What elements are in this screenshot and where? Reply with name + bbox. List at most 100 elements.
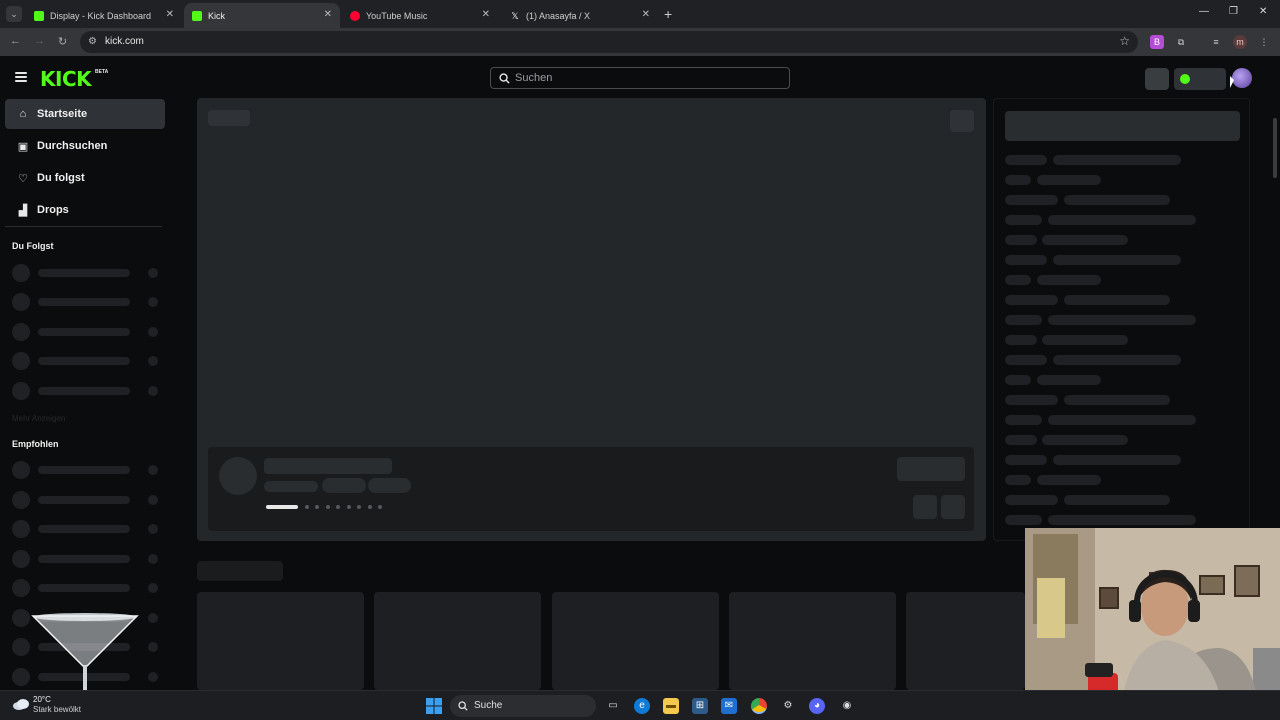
- taskbar-search[interactable]: Suche: [450, 695, 596, 717]
- following-heading: Du Folgst: [12, 241, 54, 251]
- mail-icon[interactable]: ✉: [721, 698, 737, 714]
- chat-line-skeleton: [1005, 315, 1042, 325]
- windows-start-icon[interactable]: [426, 698, 442, 714]
- tab-search-chevron-icon[interactable]: ⌄: [6, 6, 22, 22]
- carousel-dot[interactable]: [315, 505, 319, 509]
- stream-card-skeleton[interactable]: [552, 592, 719, 690]
- chat-line-skeleton: [1005, 295, 1058, 305]
- kick-logo[interactable]: KICK: [40, 67, 92, 91]
- browser-menu-icon[interactable]: ⋮: [1257, 35, 1271, 49]
- menu-toggle-icon[interactable]: [15, 72, 27, 82]
- header-action-button[interactable]: [1145, 68, 1169, 90]
- chat-line-skeleton: [1053, 455, 1181, 465]
- sidebar-item-label: Drops: [37, 204, 69, 216]
- address-bar[interactable]: ⚙ kick.com ☆: [80, 31, 1138, 53]
- profile-avatar[interactable]: m: [1233, 35, 1247, 49]
- mute-button-skeleton[interactable]: [950, 110, 974, 132]
- discord-icon[interactable]: ◕: [809, 698, 825, 714]
- restore-icon[interactable]: ❐: [1229, 6, 1238, 17]
- search-input[interactable]: [515, 70, 775, 86]
- stream-card-skeleton[interactable]: [374, 592, 541, 690]
- featured-stream-skeleton[interactable]: [197, 98, 986, 541]
- browser-tab-strip: ⌄ Display - Kick Dashboard ✕ Kick ✕ YouT…: [0, 0, 1280, 28]
- close-window-icon[interactable]: ✕: [1259, 6, 1267, 17]
- task-view-icon[interactable]: ▭: [605, 698, 621, 714]
- tab-kick-dashboard[interactable]: Display - Kick Dashboard ✕: [26, 3, 182, 28]
- reload-icon[interactable]: ↻: [58, 35, 67, 48]
- scrollbar-thumb[interactable]: [1273, 118, 1277, 178]
- show-more-link[interactable]: Mehr Anzeigen: [12, 414, 65, 423]
- sidebar-item-startseite[interactable]: ⌂ Startseite: [5, 99, 165, 129]
- stream-tag-skeleton: [322, 478, 366, 493]
- carousel-dot[interactable]: [378, 505, 382, 509]
- chat-line-skeleton: [1005, 255, 1047, 265]
- sidebar-item-drops[interactable]: ▟ Drops: [5, 195, 165, 225]
- app-icon[interactable]: ⚙: [780, 698, 796, 714]
- extension-icon[interactable]: B: [1150, 35, 1164, 49]
- close-tab-icon[interactable]: ✕: [482, 9, 490, 20]
- chat-line-skeleton: [1053, 355, 1181, 365]
- recommended-heading: Empfohlen: [12, 439, 59, 449]
- sidebar-skeleton-row: [12, 578, 162, 597]
- site-info-icon[interactable]: ⚙: [88, 36, 97, 47]
- file-explorer-icon[interactable]: ▬: [663, 698, 679, 714]
- sidebar-item-durchsuchen[interactable]: ▣ Durchsuchen: [5, 131, 165, 161]
- stream-card-skeleton[interactable]: [906, 592, 1025, 690]
- extensions-puzzle-icon[interactable]: ⧉: [1174, 35, 1188, 49]
- carousel-dot[interactable]: [357, 505, 361, 509]
- chat-line-skeleton: [1037, 375, 1101, 385]
- watch-button-skeleton[interactable]: [897, 457, 965, 481]
- site-header: KICK BETA: [0, 56, 1280, 98]
- close-tab-icon[interactable]: ✕: [324, 9, 332, 20]
- obs-icon[interactable]: ◉: [839, 698, 855, 714]
- stream-card-skeleton[interactable]: [729, 592, 896, 690]
- chrome-icon[interactable]: [751, 698, 767, 714]
- stream-title-skeleton: [264, 458, 392, 474]
- edge-icon[interactable]: e: [634, 698, 650, 714]
- sidebar-skeleton-row: [12, 460, 162, 479]
- chat-line-skeleton: [1005, 415, 1042, 425]
- back-icon[interactable]: ←: [10, 35, 21, 47]
- sidebar-skeleton-row: [12, 322, 162, 341]
- mouse-cursor-icon: [1230, 76, 1234, 88]
- home-icon: ⌂: [19, 108, 27, 120]
- chat-line-skeleton: [1005, 215, 1042, 225]
- chat-line-skeleton: [1042, 435, 1128, 445]
- chat-panel-skeleton: [993, 98, 1250, 541]
- carousel-dot[interactable]: [305, 505, 309, 509]
- chat-line-skeleton: [1037, 475, 1101, 485]
- carousel-prev-button[interactable]: [913, 495, 937, 519]
- browser-toolbar: ← → ↻ ⚙ kick.com ☆ B ⧉ ≡ m ⋮: [0, 28, 1280, 56]
- carousel-dot-active[interactable]: [266, 505, 298, 509]
- tab-x[interactable]: 𝕏 (1) Anasayfa / X ✕: [502, 3, 658, 28]
- carousel-dot[interactable]: [326, 505, 330, 509]
- close-tab-icon[interactable]: ✕: [642, 9, 650, 20]
- kick-coin-button[interactable]: [1174, 68, 1226, 90]
- tab-youtube-music[interactable]: YouTube Music ✕: [342, 3, 498, 28]
- chat-line-skeleton: [1053, 255, 1181, 265]
- carousel-next-button[interactable]: [941, 495, 965, 519]
- close-tab-icon[interactable]: ✕: [166, 9, 174, 20]
- new-tab-icon[interactable]: +: [664, 6, 672, 22]
- weather-description: Stark bewölkt: [33, 705, 82, 714]
- sidebar-item-du-folgst[interactable]: ♡ Du folgst: [5, 163, 165, 193]
- chat-header-skeleton: [1005, 111, 1240, 141]
- search-icon: [499, 73, 510, 84]
- address-url: kick.com: [105, 36, 144, 47]
- sidebar-skeleton-row: [12, 490, 162, 509]
- tab-title: YouTube Music: [366, 10, 428, 21]
- media-control-icon[interactable]: ≡: [1209, 35, 1223, 49]
- forward-icon[interactable]: →: [34, 35, 45, 47]
- carousel-dot[interactable]: [336, 505, 340, 509]
- carousel-dot[interactable]: [368, 505, 372, 509]
- search-field[interactable]: [490, 67, 790, 89]
- bookmark-star-icon[interactable]: ☆: [1119, 34, 1130, 48]
- store-icon[interactable]: ⊞: [692, 698, 708, 714]
- tab-kick[interactable]: Kick ✕: [184, 3, 340, 28]
- chat-line-skeleton: [1064, 195, 1170, 205]
- carousel-dot[interactable]: [347, 505, 351, 509]
- stream-card-skeleton[interactable]: [197, 592, 364, 690]
- minimize-icon[interactable]: —: [1199, 6, 1209, 17]
- chat-line-skeleton: [1005, 355, 1047, 365]
- user-avatar[interactable]: [1232, 68, 1252, 88]
